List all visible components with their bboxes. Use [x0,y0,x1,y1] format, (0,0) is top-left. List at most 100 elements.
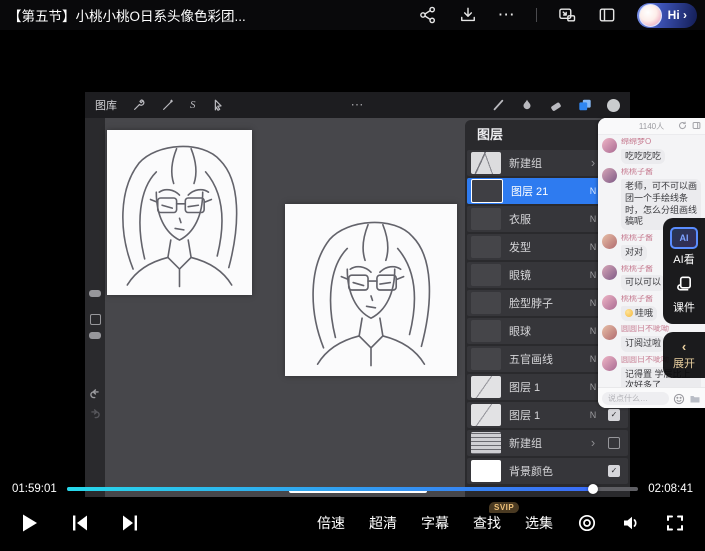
play-icon[interactable] [20,513,40,533]
avatar [602,234,617,249]
svip-badge: SVIP [489,502,519,513]
avatar [602,356,617,371]
seek-knob[interactable] [588,484,598,494]
toolbar-more-icon: ⋯ [351,97,365,113]
account-button[interactable]: Hi › [637,3,697,28]
side-tools-strip: AI AI看 课件 [663,218,705,324]
player-menu: 倍速 超清 字幕 查找 SVIP 选集 [317,513,685,533]
chat-text: 订阅过啦 [621,336,665,352]
layer-row-group: 新建组 › [467,430,628,456]
chat-header: 1140人 [598,118,705,135]
expand-strip: ‹ 展开 [663,332,705,378]
redo-icon [88,408,102,422]
layer-name: 图层 1 [509,407,578,423]
wrench-icon [132,98,146,112]
blend-mode-badge: N [586,410,600,420]
canvas-artwork-left [107,130,252,295]
smudge-icon [520,98,534,112]
layer-name: 发型 [509,239,578,255]
chat-input[interactable] [602,392,669,405]
emoji-picker-icon[interactable] [673,392,685,404]
avatar [602,295,617,310]
share-icon[interactable] [418,5,438,25]
layer-thumbnail [471,404,501,426]
layer-thumbnail [471,264,501,286]
playback-speed-button[interactable]: 倍速 [317,513,345,533]
transform-arrow-icon [211,98,225,112]
transport-controls [20,513,140,533]
chat-username: 桃桃子酱 [621,234,653,243]
avatar [602,168,617,183]
layer-name: 图层 1 [509,379,578,395]
episodes-button[interactable]: 选集 [525,513,553,533]
picture-in-picture-icon[interactable] [557,5,577,25]
subtitles-button[interactable]: 字幕 [421,513,449,533]
volume-icon[interactable] [621,513,641,533]
chat-input-bar [598,387,705,408]
chat-text: 哇哦 [621,306,657,322]
progress-row: 01:59:01 02:08:41 [0,481,705,497]
layer-thumbnail [471,460,501,482]
procreate-toolbar-right [491,98,620,112]
window-titlebar: 【第五节】小桃小桃O日系头像色彩团... ⋯ Hi › [0,0,705,30]
courseware-label: 课件 [673,299,695,315]
current-time: 01:59:01 [12,483,57,495]
emoji-icon [625,309,633,317]
modify-button [90,314,101,325]
next-episode-icon[interactable] [120,513,140,533]
chat-text: 对对 [621,245,647,261]
layer-name: 新建组 [509,435,578,451]
layer-thumbnail [471,432,501,454]
layer-name: 衣服 [509,211,578,227]
courseware-button[interactable]: 课件 [673,275,695,315]
chat-text: 吃吃吃吃 [621,149,665,165]
layers-panel-icon [578,98,592,112]
eraser-icon [549,98,563,112]
titlebar-divider [536,8,537,22]
ai-watch-label: AI看 [673,251,694,267]
previous-episode-icon[interactable] [70,513,90,533]
fullscreen-icon[interactable] [665,513,685,533]
side-panel-icon[interactable] [597,5,617,25]
chat-username: 圆圆日不呲呦 [621,325,669,334]
avatar [639,4,662,27]
courseware-book-icon [676,275,693,297]
chat-username: 桃桃子酱 [621,295,657,304]
layer-thumbnail [471,208,501,230]
chevron-right-icon: › [586,438,600,448]
avatar [602,325,617,340]
player-controls: 倍速 超清 字幕 查找 SVIP 选集 [0,500,705,546]
undo-icon [88,388,102,402]
color-swatch-icon [607,99,620,112]
layer-name: 背景颜色 [509,463,578,479]
find-button[interactable]: 查找 SVIP [473,513,501,533]
layer-visibility-checkbox [608,465,620,477]
layer-thumbnail [471,152,501,174]
ai-watch-button[interactable]: AI AI看 [670,227,698,267]
adjustments-wand-icon [161,98,175,112]
layer-thumbnail [471,236,501,258]
chat-text: 可以可以 [621,275,665,291]
ai-screen-icon: AI [670,227,698,249]
refresh-icon[interactable] [678,121,687,130]
download-icon[interactable] [458,5,478,25]
pin-panel-icon[interactable] [692,121,701,130]
quality-button[interactable]: 超清 [369,513,397,533]
expand-label: 展开 [673,355,695,371]
avatar [602,138,617,153]
brush-icon [491,98,505,112]
chat-username: 桃桃子酱 [621,265,665,274]
layer-name: 眼镜 [509,267,578,283]
expand-button[interactable]: ‹ 展开 [673,340,695,371]
brush-size-slider [89,290,101,297]
video-frame[interactable]: 图库 S ⋯ [0,30,705,481]
video-player-window: 【第五节】小桃小桃O日系头像色彩团... ⋯ Hi › [0,0,705,551]
layer-thumbnail [471,292,501,314]
layer-name: 图层 21 [511,183,578,199]
folder-icon[interactable] [689,392,701,404]
more-menu-icon[interactable]: ⋯ [498,5,516,25]
procreate-app-screen: 图库 S ⋯ [85,92,630,497]
settings-ring-icon[interactable] [577,513,597,533]
seek-bar[interactable] [67,487,638,491]
chat-message: 绵绵梦O 吃吃吃吃 [602,138,701,164]
